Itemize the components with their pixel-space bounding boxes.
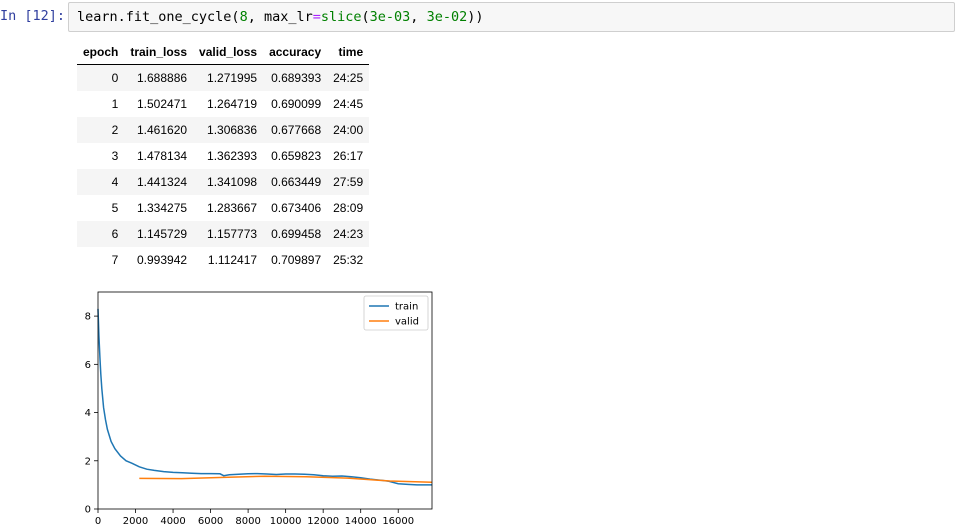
- table-cell: 27:59: [333, 175, 364, 189]
- x-tick-label: 2000: [123, 516, 148, 527]
- table-cell: 0.663449: [271, 175, 322, 189]
- table-cell: 5: [111, 201, 119, 215]
- column-header: train_loss: [124, 40, 194, 65]
- table-cell: 0.673406: [271, 201, 322, 215]
- table-header-row: epoch train_loss valid_loss accuracy tim…: [77, 40, 370, 65]
- code-close-parens: )): [467, 9, 484, 25]
- column-header: valid_loss: [193, 40, 264, 65]
- y-tick-label: 0: [85, 505, 91, 516]
- code-lr-min: 3e-03: [369, 9, 411, 25]
- table-cell: 1.283667: [207, 201, 258, 215]
- table-cell: 1.145729: [136, 227, 188, 241]
- x-tick-label: 0: [95, 516, 101, 527]
- table-cell: 1.362393: [207, 149, 258, 163]
- table-cell: 3: [111, 149, 119, 163]
- table-cell: 1.502471: [136, 97, 188, 111]
- table-cell: 0.659823: [271, 149, 322, 163]
- table-cell: 1.688886: [136, 71, 188, 85]
- table-row: 2 1.461620 1.306836 0.677668 24:00: [77, 117, 370, 143]
- table-row: 6 1.145729 1.157773 0.699458 24:23: [77, 221, 370, 247]
- table-cell: 1.271995: [207, 71, 258, 85]
- y-tick-label: 8: [85, 312, 91, 323]
- table-row: 5 1.334275 1.283667 0.673406 28:09: [77, 195, 369, 221]
- code-open-paren: (: [361, 9, 370, 25]
- code-text[interactable]: learn.fit_one_cycle(8, max_lr=slice(3e-0…: [77, 9, 483, 25]
- table-cell: 1: [111, 97, 119, 111]
- y-tick-label: 6: [85, 360, 91, 371]
- column-header: accuracy: [263, 40, 328, 65]
- code-mid: , max_lr: [247, 9, 313, 25]
- column-header: epoch: [77, 40, 125, 65]
- code-slice-func: slice: [320, 9, 362, 25]
- series-line-train: [97, 308, 432, 486]
- table-cell: 0: [111, 71, 119, 85]
- code-separator: ,: [410, 9, 427, 25]
- table-row: 4 1.441324 1.341098 0.663449 27:59: [77, 169, 370, 195]
- table-cell: 0.709897: [271, 253, 322, 267]
- table-cell: 1.264719: [207, 97, 258, 111]
- table-cell: 4: [111, 175, 119, 189]
- table-row: 3 1.478134 1.362393 0.659823 26:17: [77, 143, 369, 169]
- table-cell: 24:25: [333, 71, 364, 85]
- series-line-valid: [139, 475, 433, 483]
- table-row: 1 1.502471 1.264719 0.690099 24:45: [77, 91, 369, 117]
- table-cell: 6: [111, 227, 119, 241]
- table-cell: 1.341098: [207, 175, 258, 189]
- x-tick-label: 10000: [270, 516, 302, 527]
- loss-chart: 0 2000 4000 6000 8000 10000 12000 14000 16000 0 2 4…: [85, 291, 433, 527]
- table-cell: 0.690099: [271, 97, 322, 111]
- code-equals: =: [312, 9, 321, 25]
- x-tick-label: 16000: [382, 516, 414, 527]
- training-results-table: epoch train_loss valid_loss accuracy tim…: [77, 40, 370, 273]
- table-cell: 1.157773: [207, 227, 258, 241]
- table-cell: 1.478134: [136, 149, 188, 163]
- table-cell: 2: [111, 123, 119, 137]
- table-cell: 1.112417: [207, 253, 258, 267]
- table-row: 7 0.993942 1.112417 0.709897 25:32: [77, 247, 369, 273]
- table-cell: 1.334275: [136, 201, 188, 215]
- legend-label-train: train: [395, 302, 418, 313]
- table-cell: 0.993942: [136, 253, 188, 267]
- table-cell: 1.306836: [207, 123, 258, 137]
- table-cell: 0.699458: [271, 227, 322, 241]
- code-lr-max: 3e-02: [426, 9, 468, 25]
- table-cell: 24:45: [333, 97, 364, 111]
- column-header: time: [327, 40, 370, 65]
- x-tick-label: 14000: [345, 516, 377, 527]
- table-cell: 24:23: [333, 227, 364, 241]
- y-tick-label: 2: [85, 456, 91, 467]
- table-cell: 7: [111, 253, 119, 267]
- table-cell: 1.461620: [136, 123, 188, 137]
- x-tick-label: 12000: [307, 516, 339, 527]
- table-cell: 25:32: [333, 253, 364, 267]
- legend-label-valid: valid: [395, 317, 419, 328]
- table-cell: 0.689393: [271, 71, 322, 85]
- table-row: 0 1.688886 1.271995 0.689393 24:25: [77, 64, 370, 91]
- cell-prompt: In [12]:: [0, 8, 66, 24]
- table-cell: 0.677668: [271, 123, 322, 137]
- table-cell: 1.441324: [136, 175, 188, 189]
- x-tick-label: 6000: [198, 516, 223, 527]
- table-cell: 28:09: [333, 201, 364, 215]
- code-cell-input[interactable]: learn.fit_one_cycle(8, max_lr=slice(3e-0…: [68, 2, 955, 32]
- code-func: learn.fit_one_cycle(: [77, 9, 240, 25]
- x-tick-label: 8000: [235, 516, 260, 527]
- table-cell: 26:17: [333, 149, 364, 163]
- y-tick-label: 4: [85, 408, 91, 419]
- table-cell: 24:00: [333, 123, 364, 137]
- code-epochs-arg: 8: [239, 9, 248, 25]
- x-tick-label: 4000: [160, 516, 185, 527]
